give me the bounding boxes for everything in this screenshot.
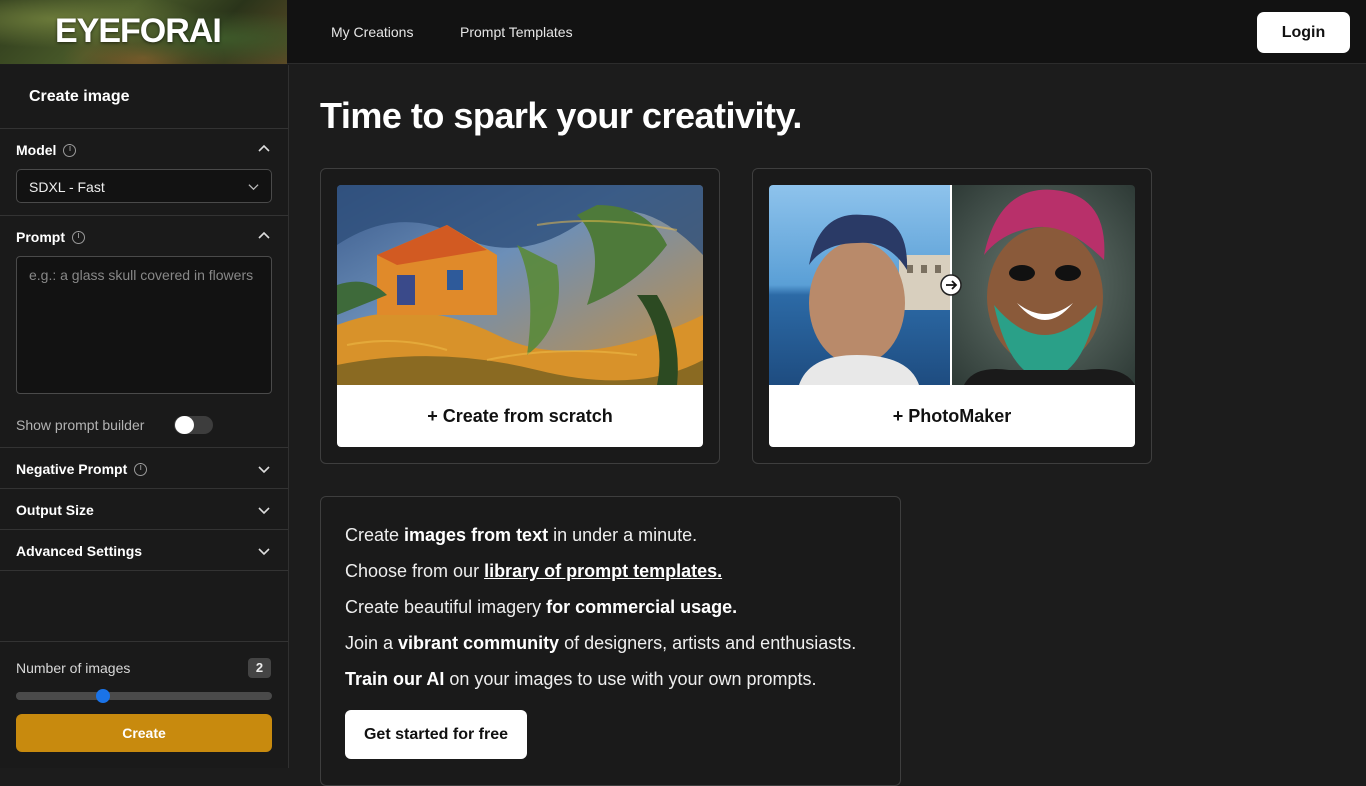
info-line-2: Choose from our library of prompt templa…	[345, 561, 722, 582]
info-icon[interactable]	[72, 231, 85, 244]
feature-info-box: Create images from text in under a minut…	[320, 496, 901, 786]
text-bold: images from text	[404, 525, 549, 545]
photomaker-button[interactable]: + PhotoMaker	[769, 385, 1135, 447]
page-headline: Time to spark your creativity.	[320, 95, 802, 136]
create-from-scratch-card[interactable]: + Create from scratch	[320, 168, 720, 464]
painting-thumbnail	[337, 185, 703, 385]
sidebar-title: Create image	[29, 88, 130, 105]
chevron-up-icon[interactable]	[258, 230, 270, 242]
photomaker-card[interactable]: + PhotoMaker	[752, 168, 1152, 464]
slider-fill	[16, 692, 104, 700]
text: Join a	[345, 633, 399, 653]
divider	[0, 128, 288, 129]
divider	[0, 529, 288, 530]
divider	[0, 215, 288, 216]
photomaker-thumbnail	[769, 185, 1135, 385]
model-label: Model	[16, 142, 77, 158]
prompt-textarea[interactable]: e.g.: a glass skull covered in flowers	[16, 256, 272, 394]
nav-prompt-templates[interactable]: Prompt Templates	[460, 24, 573, 40]
model-select[interactable]: SDXL - Fast	[16, 169, 272, 203]
prompt-templates-link[interactable]: library of prompt templates.	[484, 561, 722, 581]
negative-prompt-section[interactable]: Negative Prompt	[16, 461, 148, 477]
sidebar: Create image Model SDXL - Fast Prompt e.…	[0, 65, 289, 768]
info-icon[interactable]	[134, 463, 148, 476]
chevron-down-icon[interactable]	[258, 463, 270, 475]
text: of designers, artists and enthusiasts.	[559, 633, 857, 653]
prompt-builder-label: Show prompt builder	[16, 417, 145, 433]
info-icon[interactable]	[63, 144, 77, 157]
text-bold: Train our AI	[345, 669, 445, 689]
number-of-images-label: Number of images	[16, 660, 131, 676]
prompt-label-text: Prompt	[16, 229, 65, 245]
model-label-text: Model	[16, 142, 57, 158]
toggle-knob	[175, 416, 194, 434]
divider	[0, 641, 288, 642]
info-line-5: Train our AI on your images to use with …	[345, 669, 817, 690]
chevron-down-icon[interactable]	[258, 504, 270, 516]
slider-thumb[interactable]	[96, 689, 111, 703]
chevron-up-icon[interactable]	[258, 143, 270, 155]
info-line-1: Create images from text in under a minut…	[345, 525, 697, 546]
text-bold: for commercial usage.	[546, 597, 738, 617]
divider	[0, 570, 288, 571]
prompt-builder-toggle[interactable]	[174, 416, 213, 434]
divider	[0, 447, 288, 448]
logo-text: EYEFORAI	[55, 12, 222, 50]
advanced-settings-section[interactable]: Advanced Settings	[16, 543, 142, 559]
number-of-images-badge: 2	[248, 658, 271, 678]
text: Create	[345, 525, 405, 545]
chevron-down-icon	[248, 184, 259, 191]
nav-my-creations[interactable]: My Creations	[331, 24, 413, 40]
text: in under a minute.	[548, 525, 698, 545]
model-select-value: SDXL - Fast	[29, 179, 105, 195]
top-bar: EYEFORAI My Creations Prompt Templates L…	[0, 0, 1366, 64]
text: Create beautiful imagery	[345, 597, 547, 617]
get-started-button[interactable]: Get started for free	[345, 710, 527, 759]
text: on your images to use with your own prom…	[444, 669, 817, 689]
create-button[interactable]: Create	[16, 714, 272, 752]
number-of-images-slider[interactable]	[16, 689, 272, 703]
text: Choose from our	[345, 561, 485, 581]
info-line-3: Create beautiful imagery for commercial …	[345, 597, 737, 618]
login-button[interactable]: Login	[1257, 12, 1350, 53]
chevron-down-icon[interactable]	[258, 545, 270, 557]
prompt-label: Prompt	[16, 229, 85, 245]
info-line-4: Join a vibrant community of designers, a…	[345, 633, 856, 654]
create-from-scratch-button[interactable]: + Create from scratch	[337, 385, 703, 447]
negative-prompt-label: Negative Prompt	[16, 461, 128, 477]
output-size-section[interactable]: Output Size	[16, 502, 94, 518]
logo[interactable]: EYEFORAI	[0, 0, 287, 64]
divider	[0, 488, 288, 489]
text-bold: vibrant community	[398, 633, 560, 653]
